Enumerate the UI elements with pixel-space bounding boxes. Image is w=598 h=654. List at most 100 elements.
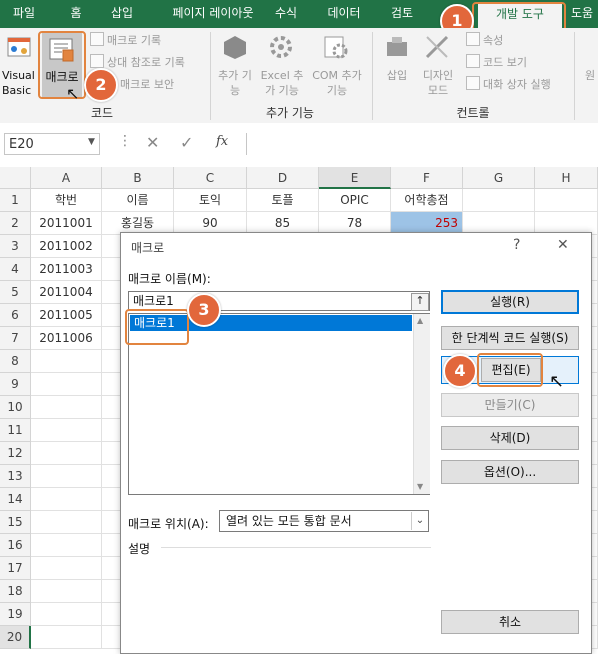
list-scrollbar[interactable]: ▲ ▼ [413,314,430,494]
com-addins-icon[interactable] [322,34,348,60]
fx-icon[interactable]: fx [216,134,228,149]
cancel-button[interactable]: 취소 [441,610,579,634]
table-cell[interactable] [31,557,102,580]
name-box-dropdown-icon[interactable]: ▼ [88,137,95,147]
cancel-icon[interactable]: ✕ [146,133,159,152]
tab-review[interactable]: 검토 [384,0,420,28]
table-cell[interactable]: 2011004 [31,281,102,304]
table-cell[interactable] [31,465,102,488]
row-header[interactable]: 7 [0,327,31,350]
column-header[interactable]: C [174,167,247,189]
row-header[interactable]: 2 [0,212,31,235]
tab-help[interactable]: 도움 [566,0,598,28]
table-cell[interactable] [463,189,535,212]
table-cell[interactable] [31,442,102,465]
collapse-arrow-icon[interactable]: ↑ [411,293,429,311]
macro-security-button[interactable]: 매크로 보안 [120,76,174,94]
column-header[interactable]: A [31,167,102,189]
table-cell[interactable]: 토익 [174,189,247,212]
relative-ref-button[interactable]: 상대 참조로 기록 [90,54,185,72]
table-cell[interactable] [31,350,102,373]
column-header[interactable]: B [102,167,174,189]
table-cell[interactable] [31,511,102,534]
tab-insert[interactable]: 삽입 [104,0,140,28]
formula-input[interactable] [246,133,598,155]
delete-button[interactable]: 삭제(D) [441,426,579,450]
tab-home[interactable]: 홈 [60,0,92,28]
create-button[interactable]: 만들기(C) [441,393,579,417]
row-header[interactable]: 4 [0,258,31,281]
far-right-label[interactable]: 원 [582,68,598,83]
insert-control-label[interactable]: 삽입 [380,68,414,83]
row-header[interactable]: 19 [0,603,31,626]
table-cell[interactable]: 토플 [247,189,319,212]
table-cell[interactable]: 2011002 [31,235,102,258]
run-button[interactable]: 실행(R) [441,290,579,314]
row-header[interactable]: 18 [0,580,31,603]
help-button[interactable]: ? [513,237,520,253]
table-cell[interactable]: 학번 [31,189,102,212]
column-header[interactable]: E [319,167,391,189]
macro-location-select[interactable]: 열려 있는 모든 통합 문서 [219,510,429,532]
row-header[interactable]: 20 [0,626,31,649]
scroll-up-icon[interactable]: ▲ [417,316,423,325]
table-cell[interactable] [31,419,102,442]
design-mode-label[interactable]: 디자인 모드 [418,68,458,98]
row-header[interactable]: 8 [0,350,31,373]
insert-control-icon[interactable] [384,34,410,60]
tab-formulas[interactable]: 수식 [268,0,304,28]
table-cell[interactable] [31,603,102,626]
tab-data[interactable]: 데이터 [322,0,366,28]
column-header[interactable]: F [391,167,463,189]
row-header[interactable]: 9 [0,373,31,396]
excel-addins-label[interactable]: Excel 추가 기능 [256,68,308,98]
table-cell[interactable]: OPIC [319,189,391,212]
scroll-down-icon[interactable]: ▼ [417,482,423,491]
excel-addins-icon[interactable] [268,34,294,60]
table-cell[interactable] [31,626,102,649]
table-cell[interactable]: 어학총점 [391,189,463,212]
name-box[interactable]: E20 [4,133,100,155]
column-header[interactable]: D [247,167,319,189]
table-cell[interactable]: 2011006 [31,327,102,350]
table-cell[interactable] [31,580,102,603]
macro-name-input[interactable]: 매크로1 [128,291,430,311]
design-mode-icon[interactable] [424,34,450,60]
table-cell[interactable] [31,373,102,396]
row-header[interactable]: 10 [0,396,31,419]
close-icon[interactable]: ✕ [557,237,569,253]
addins-label[interactable]: 추가 기능 [216,68,254,98]
table-cell[interactable] [535,189,598,212]
row-header[interactable]: 6 [0,304,31,327]
options-button[interactable]: 옵션(O)... [441,460,579,484]
row-header[interactable]: 17 [0,557,31,580]
chevron-down-icon[interactable]: ⌄ [411,512,428,530]
enter-icon[interactable]: ✓ [180,133,193,152]
row-header[interactable]: 12 [0,442,31,465]
run-dialog-button[interactable]: 대화 상자 실행 [466,76,551,94]
com-addins-label[interactable]: COM 추가 기능 [308,68,366,98]
row-header[interactable]: 13 [0,465,31,488]
column-header[interactable]: H [535,167,598,189]
tab-file[interactable]: 파일 [0,0,48,28]
table-cell[interactable]: 2011005 [31,304,102,327]
table-cell[interactable] [31,488,102,511]
step-into-button[interactable]: 한 단계씩 코드 실행(S) [441,326,579,350]
table-cell[interactable] [31,534,102,557]
row-header[interactable]: 16 [0,534,31,557]
table-cell[interactable]: 2011001 [31,212,102,235]
tab-page-layout[interactable]: 페이지 레이아웃 [152,0,274,28]
record-macro-button[interactable]: 매크로 기록 [90,32,161,50]
visual-basic-label[interactable]: Visual Basic [2,68,42,98]
column-header[interactable]: G [463,167,535,189]
row-header[interactable]: 15 [0,511,31,534]
row-header[interactable]: 5 [0,281,31,304]
addins-icon[interactable] [222,34,248,60]
table-cell[interactable] [31,396,102,419]
row-header[interactable]: 3 [0,235,31,258]
view-code-button[interactable]: 코드 보기 [466,54,527,72]
row-header[interactable]: 11 [0,419,31,442]
visual-basic-icon[interactable] [6,34,34,62]
properties-button[interactable]: 속성 [466,32,503,50]
row-header[interactable]: 14 [0,488,31,511]
